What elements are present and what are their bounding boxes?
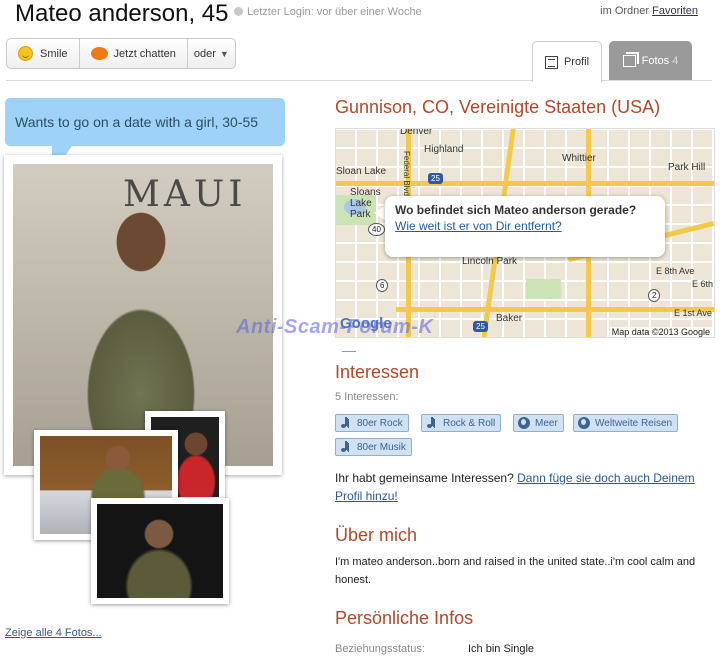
interests-count: 5 Interessen: — [335, 391, 399, 403]
status-bubble-text: Wants to go on a date with a girl, 30-55 — [15, 114, 259, 130]
status-bubble: Wants to go on a date with a girl, 30-55 — [5, 98, 285, 146]
photos-icon — [622, 54, 636, 67]
map-popup-question: Wo befindet sich Mateo anderson gerade? — [395, 203, 637, 217]
chat-label: Jetzt chatten — [113, 47, 176, 60]
interest-tag[interactable]: Rock & Roll — [421, 414, 502, 432]
map-label: Federal Blvd — [402, 151, 411, 196]
thumbnail-image — [97, 504, 223, 598]
map-label: Denver — [400, 128, 433, 137]
music-note-icon — [426, 417, 438, 429]
tabs-divider — [6, 80, 712, 81]
globe-icon — [518, 417, 530, 429]
tab-fotos-label: Fotos — [641, 54, 670, 67]
music-note-icon — [340, 441, 352, 453]
chat-bubble-icon — [90, 47, 108, 60]
tab-profil-label: Profil — [563, 56, 590, 68]
chevron-down-icon: ▼ — [219, 48, 229, 59]
common-interests: Ihr habt gemeinsame Interessen? Dann füg… — [335, 469, 715, 505]
profile-name-age: Mateo anderson, 45 — [15, 0, 229, 27]
map-label: Whittier — [562, 153, 596, 164]
map-label: Highland — [424, 144, 464, 155]
interest-tag[interactable]: 80er Rock — [335, 414, 409, 432]
personal-info-title: Persönliche Infos — [335, 608, 474, 628]
distance-link[interactable]: Wie weit ist er von Dir entfernt? — [395, 219, 655, 233]
map-label: E 6th — [692, 279, 714, 289]
tab-profil[interactable]: Profil — [532, 41, 602, 82]
interest-tag[interactable]: Meer — [513, 414, 564, 432]
photo-thumbnail[interactable] — [91, 498, 229, 604]
highway-shield-icon: 40 — [368, 223, 385, 236]
interest-tag-label: Meer — [535, 417, 558, 429]
watermark: Anti-Scam-Forum-K — [236, 316, 434, 338]
music-note-icon — [340, 417, 352, 429]
interest-tag-label: Weltweite Reisen — [595, 417, 673, 429]
common-interests-question: Ihr habt gemeinsame Interessen? — [335, 471, 514, 485]
interest-tag[interactable]: Weltweite Reisen — [573, 414, 679, 432]
profile-card-icon — [544, 55, 558, 69]
show-all-photos-link[interactable]: Zeige alle 4 Fotos... — [5, 627, 102, 639]
main-photo-image: MAUI — [13, 164, 273, 466]
about-title: Über mich — [335, 525, 418, 545]
smiley-icon — [18, 46, 33, 61]
interest-tag[interactable]: 80er Musik — [335, 438, 412, 456]
map-label: Baker — [496, 313, 523, 324]
smile-button[interactable]: Smile — [7, 39, 80, 68]
tab-fotos-count: 4 — [672, 54, 679, 67]
last-login-status: Letzter Login: vor über einer Woche — [234, 6, 422, 18]
map-road — [336, 181, 714, 186]
highway-shield-icon: 2 — [648, 289, 661, 302]
section-divider — [342, 351, 356, 352]
globe-icon — [578, 417, 590, 429]
about-text: I'm mateo anderson..born and raised in t… — [335, 556, 696, 586]
interest-tag-label: Rock & Roll — [443, 417, 496, 429]
folder-info: im Ordner Favoriten — [600, 5, 698, 17]
more-dropdown[interactable]: oder ▼ — [188, 39, 235, 68]
favorites-link[interactable]: Favoriten — [652, 5, 698, 17]
map-label: Sloan Lake — [336, 166, 387, 177]
tab-fotos[interactable]: Fotos 4 — [609, 41, 692, 80]
map-copyright: Map data ©2013 Google — [609, 327, 712, 337]
map-popup: Wo befindet sich Mateo anderson gerade? … — [385, 196, 665, 257]
map-label: E 8th Ave — [656, 266, 695, 276]
map-park — [526, 279, 561, 299]
folder-prefix: im Ordner — [600, 5, 650, 17]
smile-label: Smile — [40, 47, 68, 60]
relationship-label: Beziehungsstatus: — [335, 643, 425, 655]
highway-shield-icon: 6 — [376, 279, 389, 292]
relationship-value: Ich bin Single — [468, 643, 535, 655]
map-road — [396, 307, 714, 312]
chat-button[interactable]: Jetzt chatten — [80, 39, 188, 68]
map-label: Lincoln Park — [462, 256, 518, 267]
highway-shield-icon: 25 — [428, 173, 443, 184]
map-label: E 1st Ave — [674, 308, 712, 318]
map-label: Park Hill — [668, 162, 706, 173]
photo-graffiti: MAUI — [123, 174, 247, 215]
last-login-text: Letzter Login: vor über einer Woche — [247, 6, 422, 18]
interests-title: Interessen — [335, 362, 420, 382]
location-heading: Gunnison, CO, Vereinigte Staaten (USA) — [335, 97, 661, 117]
main-profile-photo[interactable]: MAUI — [4, 155, 282, 475]
interest-tag-label: 80er Musik — [357, 441, 406, 453]
highway-shield-icon: 25 — [473, 321, 488, 332]
status-dot-icon — [234, 7, 243, 16]
action-button-group: Smile Jetzt chatten oder ▼ — [6, 38, 236, 69]
more-label: oder — [193, 47, 216, 60]
interest-tag-label: 80er Rock — [357, 417, 403, 429]
